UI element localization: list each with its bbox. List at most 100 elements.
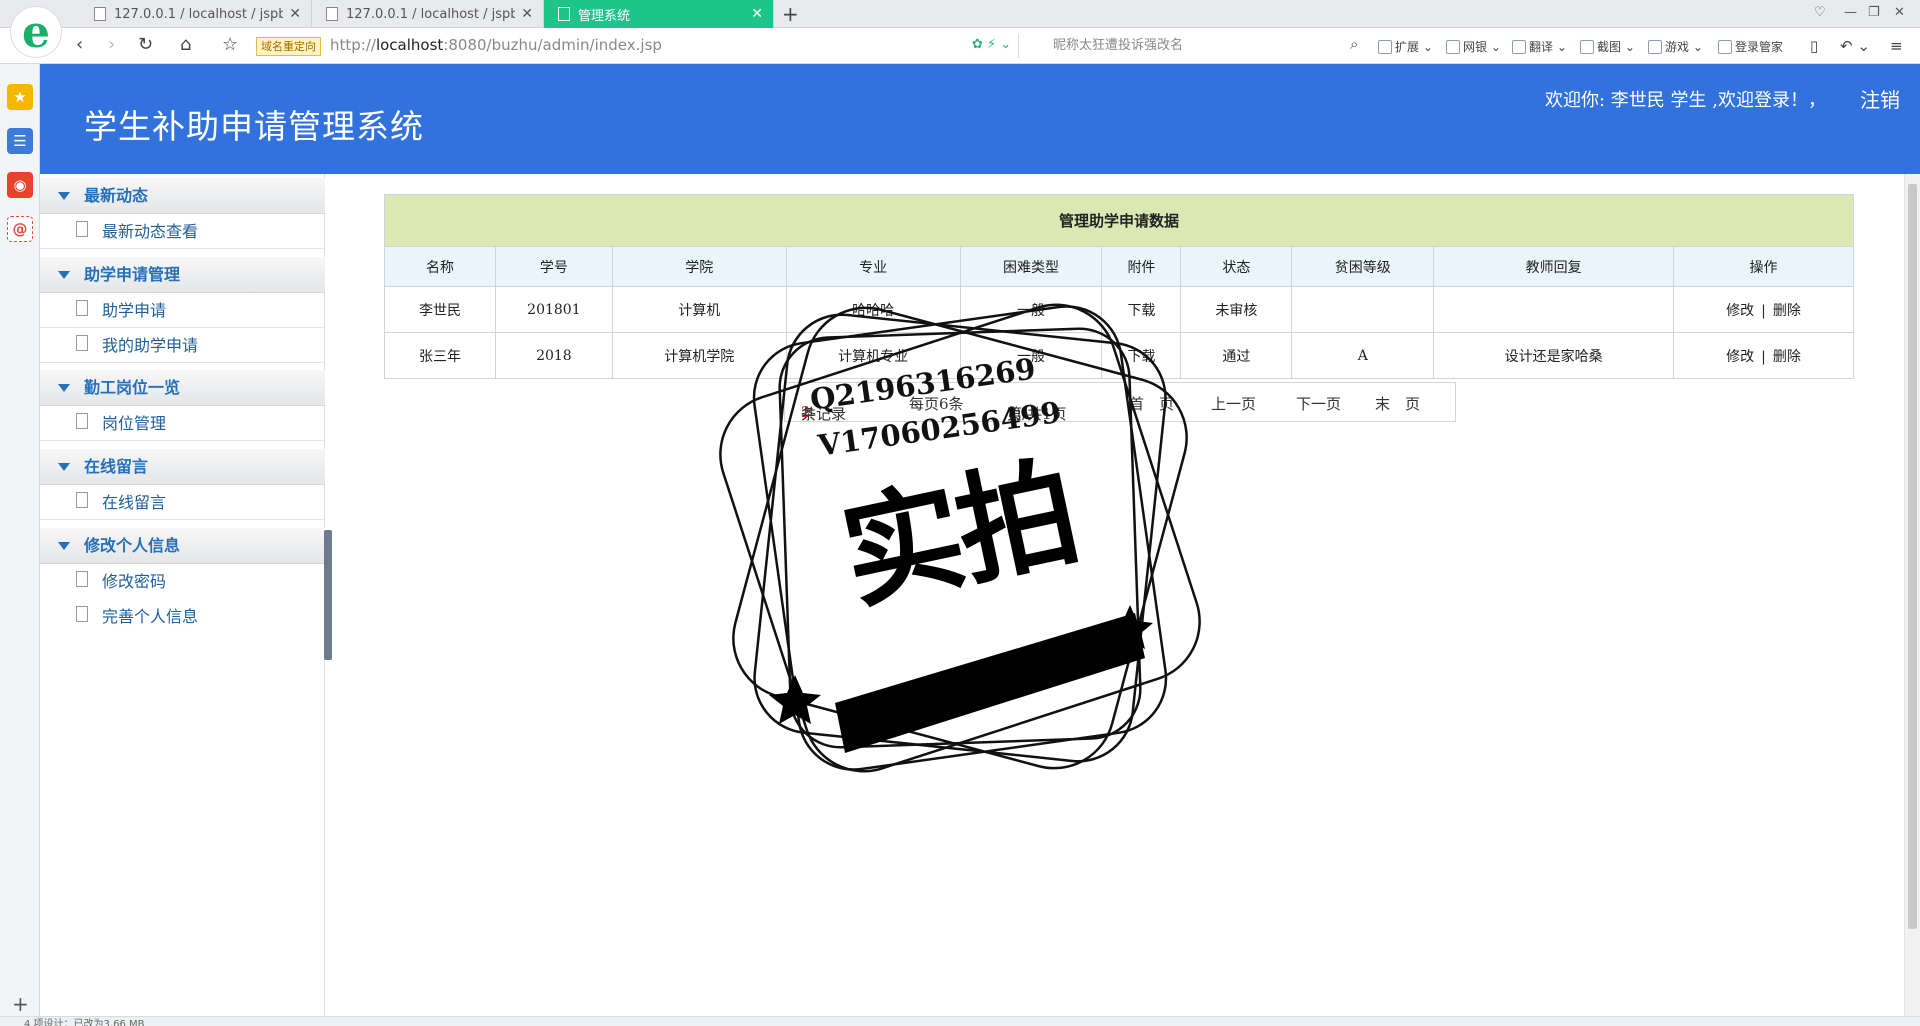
redirect-badge[interactable]: 域名重定向 [256, 37, 321, 56]
search-input[interactable]: 昵称太狂遭投诉强改名 [1018, 34, 1370, 58]
document-icon [76, 606, 88, 622]
add-icon[interactable]: + [12, 992, 29, 1016]
vertical-scrollbar[interactable] [1904, 174, 1920, 1016]
browser-tab-active[interactable]: 管理系统 ✕ [544, 0, 774, 28]
menu-item-news-view[interactable]: 最新动态查看 [40, 214, 325, 249]
delete-link[interactable]: 删除 [1773, 303, 1801, 319]
document-icon [76, 413, 88, 429]
mail-icon[interactable]: @ [7, 216, 33, 242]
page-icon [326, 7, 338, 21]
speed-icon[interactable]: ✿ ⚡ ⌄ [972, 37, 1011, 52]
column-header: 操作 [1673, 246, 1854, 287]
screenshot-icon [1580, 40, 1594, 54]
list-icon[interactable]: ☰ [7, 128, 33, 154]
cell-actions: 修改 | 删除 [1673, 286, 1854, 333]
back-icon[interactable]: ‹ [76, 34, 83, 55]
app-title: 学生补助申请管理系统 [84, 107, 424, 146]
url-host: localhost [375, 36, 444, 54]
menu-group-profile[interactable]: 修改个人信息 [40, 528, 325, 564]
pager-prev[interactable]: 上一页 [1211, 393, 1256, 414]
pager-next[interactable]: 下一页 [1296, 393, 1341, 414]
table-caption-row: 管理助学申请数据 [384, 194, 1854, 247]
tool-game[interactable]: 游戏 ⌄ [1648, 38, 1703, 55]
separator: | [1761, 348, 1766, 365]
tool-translate[interactable]: 翻译 ⌄ [1512, 38, 1567, 55]
tool-label: 登录管家 [1735, 40, 1784, 54]
close-icon[interactable]: ✕ [289, 6, 301, 22]
menu-group-jobs[interactable]: 勤工岗位一览 [40, 370, 325, 406]
document-icon [76, 300, 88, 316]
undo-icon[interactable]: ↶ ⌄ [1840, 37, 1870, 55]
close-icon[interactable]: ✕ [521, 6, 533, 22]
menu-splitter-handle[interactable] [324, 530, 332, 660]
edit-link[interactable]: 修改 [1726, 303, 1754, 319]
column-header: 状态 [1180, 246, 1293, 287]
forward-icon[interactable]: › [108, 34, 115, 55]
menu-group-aid[interactable]: 助学申请管理 [40, 257, 325, 293]
document-icon [76, 571, 88, 587]
close-icon[interactable]: ✕ [751, 6, 763, 22]
document-icon [76, 492, 88, 508]
close-window-icon[interactable]: ✕ [1894, 5, 1905, 20]
menu-item-label: 我的助学申请 [102, 336, 199, 355]
menu-group-news[interactable]: 最新动态 [40, 178, 325, 214]
reading-icon[interactable]: ▯ [1810, 37, 1818, 55]
browser-logo-icon: e [10, 6, 62, 58]
menu-item-my-aid[interactable]: 我的助学申请 [40, 328, 325, 363]
table-header-row: 名称 学号 学院 专业 困难类型 附件 状态 贫困等级 教师回复 操作 [384, 246, 1854, 287]
delete-link[interactable]: 删除 [1773, 349, 1801, 365]
tool-label: 扩展 [1395, 40, 1420, 54]
menu-item-message[interactable]: 在线留言 [40, 485, 325, 520]
restore-icon[interactable]: ❐ [1868, 5, 1880, 20]
tool-login-manager[interactable]: 登录管家 [1718, 38, 1783, 55]
document-icon [76, 335, 88, 351]
tool-extension[interactable]: 扩展 ⌄ [1378, 38, 1433, 55]
cell-student-id: 2018 [494, 332, 613, 379]
tool-bank[interactable]: 网银 ⌄ [1446, 38, 1501, 55]
browser-tab-2[interactable]: 127.0.0.1 / localhost / jspbuzhu ✕ [312, 0, 544, 28]
menu-item-change-password[interactable]: 修改密码 [40, 564, 325, 599]
minimize-icon[interactable]: — [1844, 5, 1857, 20]
tool-label: 翻译 [1529, 40, 1554, 54]
star-icon[interactable]: ☆ [222, 34, 238, 55]
side-menu: 最新动态 最新动态查看 助学申请管理 助学申请 我的助学申请 勤工岗位一览 岗位… [40, 174, 325, 1016]
table-caption: 管理助学申请数据 [384, 194, 1854, 247]
browser-tab-1[interactable]: 127.0.0.1 / localhost / jspbuzhu ✕ [80, 0, 312, 28]
document-icon [76, 221, 88, 237]
logout-link[interactable]: 注销 [1860, 84, 1900, 113]
tool-screenshot[interactable]: 截图 ⌄ [1580, 38, 1635, 55]
shirt-icon[interactable]: ♡ [1814, 5, 1826, 20]
column-header: 名称 [384, 246, 496, 287]
welcome-text: 欢迎你: 李世民 学生 ,欢迎登录！， [1545, 90, 1826, 111]
page-icon [94, 7, 106, 21]
menu-icon[interactable]: ≡ [1890, 37, 1903, 55]
refresh-icon[interactable]: ↻ [138, 34, 153, 55]
browser-nav-bar: e ‹ › ↻ ⌂ ☆ 域名重定向 http://localhost:8080/… [0, 6, 1920, 64]
browser-sidebar: ★ ☰ ◉ @ + [0, 64, 40, 1016]
weibo-icon[interactable]: ◉ [7, 172, 33, 198]
column-header: 学院 [611, 246, 787, 287]
cell-name: 张三年 [384, 332, 496, 379]
scrollbar-thumb[interactable] [1908, 184, 1917, 929]
tab-title: 管理系统 [578, 8, 631, 24]
menu-item-label: 完善个人信息 [102, 607, 199, 626]
menu-item-complete-profile[interactable]: 完善个人信息 [40, 599, 325, 634]
url-rest: :8080/buzhu/admin/index.jsp [443, 36, 662, 54]
tab-title: 127.0.0.1 / localhost / jspbuzhu [114, 6, 284, 22]
tab-title: 127.0.0.1 / localhost / jspbuzhu [346, 6, 516, 22]
search-icon[interactable]: ⌕ [1350, 35, 1358, 53]
home-icon[interactable]: ⌂ [180, 34, 191, 55]
new-tab-button[interactable]: + [782, 2, 799, 26]
menu-item-label: 在线留言 [102, 493, 167, 512]
menu-item-aid-apply[interactable]: 助学申请 [40, 293, 325, 328]
menu-group-label: 修改个人信息 [84, 536, 181, 555]
page-icon [558, 7, 570, 21]
menu-item-job-manage[interactable]: 岗位管理 [40, 406, 325, 441]
url-bar[interactable]: http://localhost:8080/buzhu/admin/index.… [330, 36, 662, 54]
menu-item-label: 最新动态查看 [102, 222, 199, 241]
pager-last[interactable]: 末 页 [1375, 393, 1420, 414]
edit-link[interactable]: 修改 [1726, 349, 1754, 365]
menu-group-message[interactable]: 在线留言 [40, 449, 325, 485]
caret-down-icon [58, 384, 70, 392]
favorites-icon[interactable]: ★ [7, 84, 33, 110]
